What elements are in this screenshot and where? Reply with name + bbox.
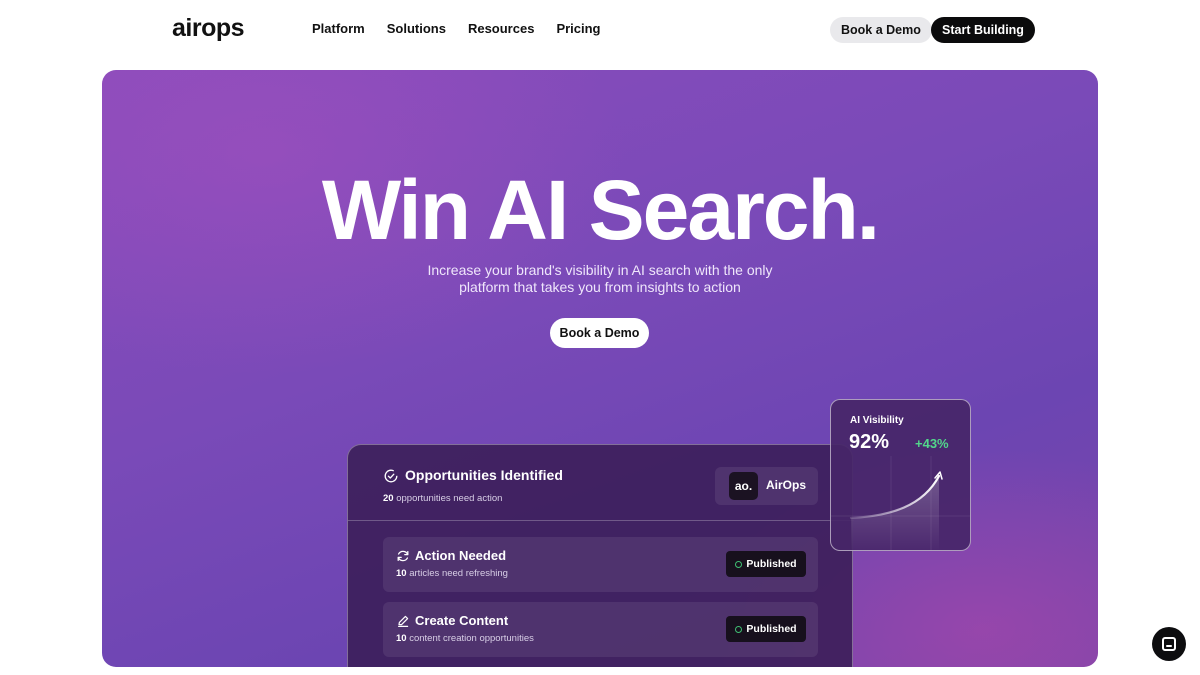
airops-logo[interactable]: airops (172, 14, 245, 43)
row-count: 10 (396, 633, 407, 644)
list-item[interactable]: Create Content 10 content creation oppor… (383, 602, 818, 657)
opportunities-panel: Opportunities Identified 20 opportunitie… (347, 444, 854, 667)
status-badge-label: Published (746, 558, 797, 570)
brand-chip[interactable]: ao. AirOps (715, 467, 818, 505)
start-building-button[interactable]: Start Building (931, 17, 1035, 43)
book-demo-button[interactable]: Book a Demo (830, 17, 932, 43)
row-label: articles need refreshing (409, 568, 508, 579)
row-title: Action Needed (415, 548, 507, 563)
status-dot-icon (735, 561, 743, 568)
hero-subline-line-1: Increase your brand's visibility in AI s… (427, 262, 773, 278)
brand-name: AirOps (766, 478, 807, 492)
nav-solutions[interactable]: Solutions (387, 21, 446, 36)
opportunities-count: 20 (383, 493, 394, 504)
chat-launcher-button[interactable] (1152, 627, 1186, 661)
status-dot-icon (735, 626, 743, 633)
nav-resources[interactable]: Resources (468, 21, 534, 36)
visibility-delta: +43% (915, 436, 949, 451)
status-badge: Published (726, 551, 806, 577)
nav-pricing[interactable]: Pricing (556, 21, 600, 36)
hero-subline: Increase your brand's visibility in AI s… (102, 262, 1098, 296)
airops-mark-icon: ao. (729, 472, 758, 500)
hero-subline-line-2: platform that takes you from insights to… (459, 279, 741, 295)
nav-links: Platform Solutions Resources Pricing (312, 21, 601, 36)
ai-visibility-card: AI Visibility 92% +43% (830, 399, 971, 551)
nav-platform[interactable]: Platform (312, 21, 365, 36)
panel-divider (348, 520, 854, 521)
top-nav: airops Platform Solutions Resources Pric… (0, 0, 1200, 60)
opportunities-label: opportunities need action (396, 493, 503, 504)
panel-subtitle: 20 opportunities need action (383, 493, 502, 504)
row-subtitle: 10 content creation opportunities (396, 633, 534, 644)
row-label: content creation opportunities (409, 633, 534, 644)
edit-icon (398, 615, 409, 627)
visibility-trend-chart (831, 456, 970, 550)
panel-title: Opportunities Identified (405, 467, 563, 483)
hero-headline: Win AI Search. (321, 163, 880, 257)
hero-section: Win AI Search. Increase your brand's vis… (102, 70, 1098, 667)
status-badge-label: Published (746, 623, 797, 635)
status-badge: Published (726, 616, 806, 642)
refresh-icon (397, 550, 409, 562)
row-subtitle: 10 articles need refreshing (396, 568, 508, 579)
visibility-label: AI Visibility (850, 415, 904, 426)
trend-area (851, 476, 939, 550)
row-title: Create Content (415, 613, 509, 628)
hero-book-demo-button[interactable]: Book a Demo (550, 318, 649, 348)
check-circle-icon (384, 469, 398, 483)
row-count: 10 (396, 568, 407, 579)
chat-icon (1162, 637, 1176, 651)
list-item[interactable]: Action Needed 10 articles need refreshin… (383, 537, 818, 592)
visibility-value: 92% (849, 431, 890, 453)
